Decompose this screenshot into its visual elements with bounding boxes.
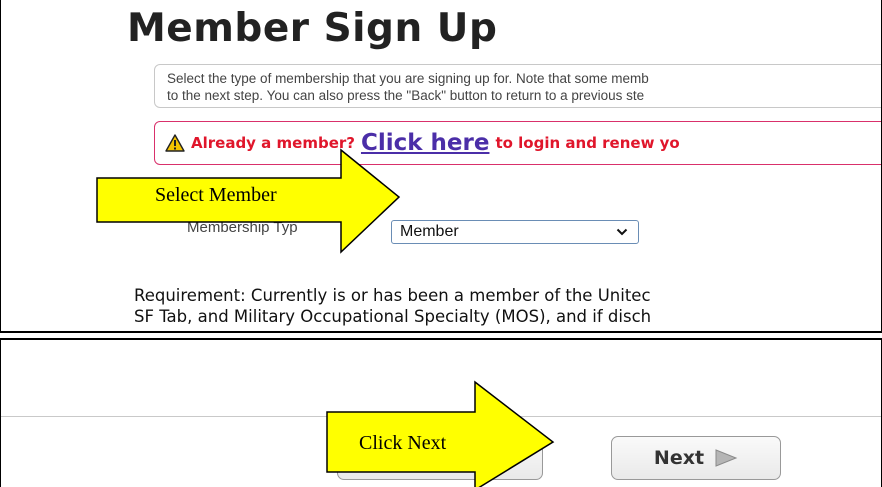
intro-line-1: Select the type of membership that you a… [167,71,649,86]
play-triangle-icon [715,449,738,467]
membership-type-value: Member [400,223,459,240]
signup-panel: Member Sign Up Select the type of member… [0,0,882,333]
select-member-callout-text: Select Member [155,184,277,206]
click-next-callout-text: Click Next [359,432,447,454]
membership-type-select[interactable]: Member [391,220,639,244]
requirement-line-2: SF Tab, and Military Occupational Specia… [134,307,652,326]
navigation-panel: Next Click Next [0,338,882,487]
alert-text-end: to login and renew yo [495,134,680,152]
chevron-down-icon [616,228,628,236]
intro-box: Select the type of membership that you a… [154,64,881,108]
requirement-text: Requirement: Currently is or has been a … [134,285,651,327]
requirement-line-1: Requirement: Currently is or has been a … [134,286,651,305]
next-button[interactable]: Next [611,436,781,480]
page-title: Member Sign Up [127,6,498,51]
next-button-label: Next [653,447,705,469]
intro-line-2: to the next step. You can also press the… [167,88,645,103]
